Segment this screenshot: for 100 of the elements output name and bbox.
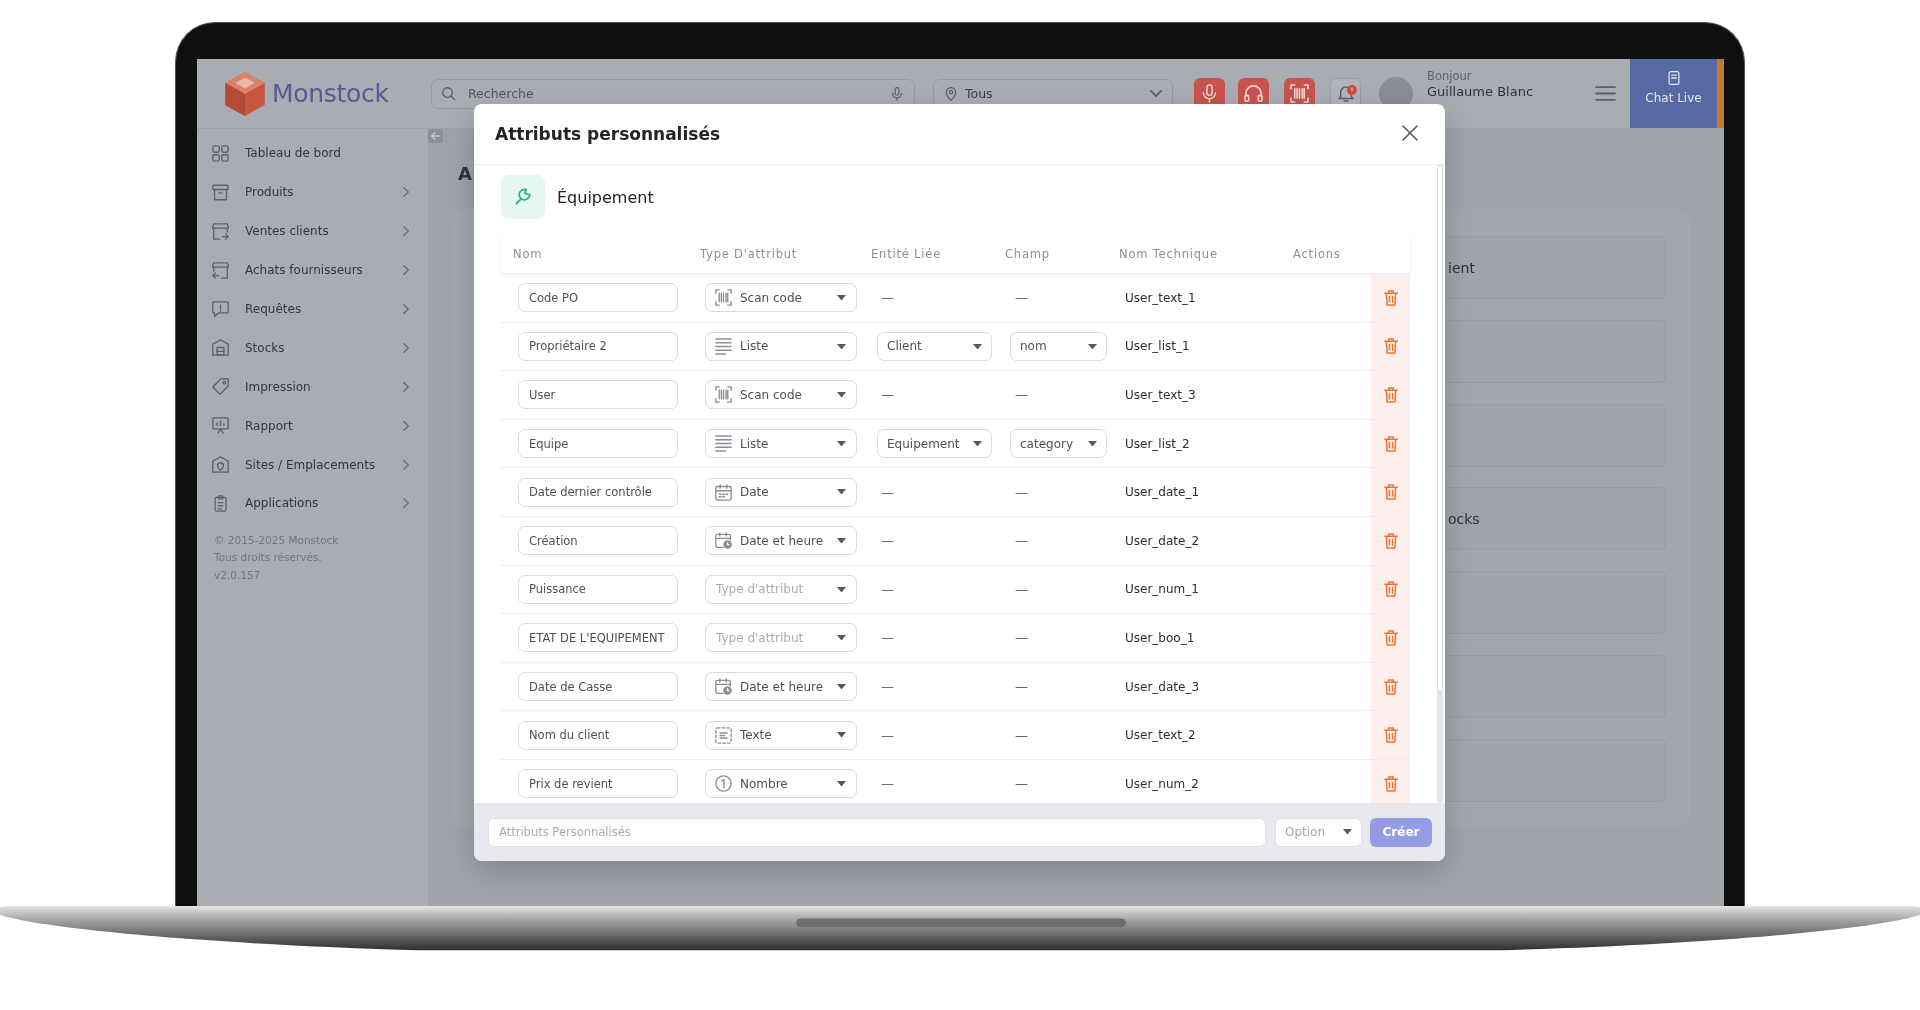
field-select[interactable]: category bbox=[1010, 429, 1107, 459]
delete-button[interactable] bbox=[1371, 371, 1410, 419]
empty-value: — bbox=[1015, 533, 1028, 549]
type-select[interactable]: Nombre bbox=[705, 769, 857, 799]
card-label: ient bbox=[1448, 259, 1475, 276]
tag-icon bbox=[212, 378, 229, 396]
delete-button[interactable] bbox=[1371, 662, 1410, 711]
name-input[interactable]: Création bbox=[518, 526, 678, 556]
type-select[interactable]: Scan code bbox=[705, 283, 857, 313]
calendar-clock-icon bbox=[715, 678, 732, 696]
menu-icon[interactable] bbox=[1595, 86, 1616, 101]
caret-icon bbox=[837, 683, 846, 690]
microphone-icon bbox=[890, 86, 904, 101]
sidebar-item[interactable]: Sites / Emplacements bbox=[197, 445, 428, 484]
technical-name: User_date_3 bbox=[1124, 679, 1200, 694]
alert-bubble-icon bbox=[212, 300, 229, 318]
close-button[interactable] bbox=[1402, 125, 1420, 143]
caret-icon bbox=[837, 538, 846, 544]
name-input[interactable]: Prix de revient bbox=[518, 769, 678, 799]
sidebar-item[interactable]: Rapport bbox=[197, 406, 428, 446]
field-select[interactable]: nom bbox=[1010, 331, 1107, 361]
chat-live-button[interactable]: Chat Live bbox=[1630, 59, 1724, 128]
scan-icon bbox=[1290, 84, 1309, 103]
empty-value: — bbox=[881, 727, 894, 743]
caret-icon bbox=[837, 586, 846, 593]
trash-icon bbox=[1383, 678, 1398, 695]
delete-button[interactable] bbox=[1371, 614, 1410, 662]
sidebar-item[interactable]: Stocks bbox=[197, 328, 428, 368]
close-icon bbox=[1402, 125, 1418, 141]
type-select[interactable]: Liste bbox=[705, 331, 857, 361]
technical-name: User_boo_1 bbox=[1124, 630, 1195, 645]
building-pin-icon bbox=[212, 456, 229, 474]
empty-value: — bbox=[1015, 776, 1028, 792]
sidebar-item[interactable]: Produits bbox=[197, 172, 428, 212]
sidebar-item[interactable]: Applications bbox=[197, 484, 428, 523]
archive-box-icon bbox=[212, 183, 229, 201]
empty-value: — bbox=[881, 776, 894, 792]
empty-value: — bbox=[881, 533, 894, 549]
name-input[interactable]: Puissance bbox=[518, 574, 678, 604]
map-pin-icon bbox=[944, 86, 958, 101]
name-input[interactable]: Date dernier contrôle bbox=[518, 477, 678, 507]
delete-button[interactable] bbox=[1371, 274, 1410, 322]
empty-value: — bbox=[881, 679, 894, 695]
card[interactable]: ocks bbox=[1445, 487, 1666, 551]
chevron-down-icon bbox=[1150, 90, 1162, 97]
collapse-button[interactable] bbox=[428, 129, 443, 143]
page-title: A bbox=[458, 163, 472, 185]
delete-button[interactable] bbox=[1371, 711, 1410, 759]
technical-name: User_text_3 bbox=[1124, 388, 1196, 402]
type-select[interactable]: Liste bbox=[705, 429, 857, 459]
name-input[interactable]: User bbox=[518, 380, 678, 410]
name-input[interactable]: ETAT DE L'EQUIPEMENT bbox=[518, 623, 678, 653]
entity-select[interactable]: Equipement bbox=[877, 429, 992, 459]
caret-icon bbox=[837, 343, 846, 350]
technical-name: User_num_1 bbox=[1124, 582, 1199, 597]
trash-icon bbox=[1383, 484, 1398, 501]
empty-value: — bbox=[881, 387, 894, 403]
caret-icon bbox=[837, 635, 846, 641]
name-input[interactable]: Propriétaire 2 bbox=[518, 331, 678, 361]
name-input[interactable]: Equipe bbox=[518, 429, 678, 459]
arrow-left-icon bbox=[431, 132, 440, 140]
number-icon bbox=[715, 775, 732, 793]
delete-button[interactable] bbox=[1371, 516, 1410, 565]
type-select[interactable]: Texte bbox=[705, 720, 857, 750]
sidebar-item[interactable]: Tableau de bord bbox=[197, 134, 428, 173]
search-icon bbox=[442, 86, 456, 101]
empty-value: — bbox=[1015, 484, 1028, 500]
name-input[interactable]: Nom du client bbox=[518, 720, 678, 750]
technical-name: User_text_1 bbox=[1124, 290, 1196, 305]
delete-button[interactable] bbox=[1371, 759, 1410, 803]
caret-icon bbox=[837, 489, 846, 495]
trash-icon bbox=[1383, 532, 1398, 549]
store-arrow-icon bbox=[212, 222, 229, 240]
sidebar-item[interactable]: Ventes clients bbox=[197, 211, 428, 251]
type-select[interactable]: Date bbox=[705, 477, 857, 507]
entity-select[interactable]: Client bbox=[877, 331, 992, 361]
delete-button[interactable] bbox=[1371, 565, 1410, 614]
column-header: Actions bbox=[1292, 246, 1342, 261]
delete-button[interactable] bbox=[1371, 468, 1410, 516]
chart-board-icon bbox=[212, 417, 229, 435]
scrollbar-thumb[interactable] bbox=[1437, 165, 1443, 692]
type-select[interactable]: Date et heure bbox=[705, 672, 857, 702]
calendar-icon bbox=[715, 483, 732, 501]
caret-icon bbox=[1343, 829, 1352, 835]
delete-button[interactable] bbox=[1371, 419, 1410, 468]
sidebar-item[interactable]: Achats fournisseurs bbox=[197, 250, 428, 290]
list-icon bbox=[715, 337, 732, 355]
caret-icon bbox=[837, 295, 846, 301]
cube-logo-icon bbox=[224, 70, 266, 117]
name-input[interactable]: Date de Casse bbox=[518, 672, 678, 702]
empty-value: — bbox=[1015, 387, 1028, 403]
type-select[interactable]: Scan code bbox=[705, 380, 857, 410]
card[interactable]: ient bbox=[1445, 236, 1666, 299]
calendar-clock-icon bbox=[715, 532, 732, 550]
sidebar-item[interactable]: Impression bbox=[197, 367, 428, 407]
name-input[interactable]: Code PO bbox=[518, 283, 678, 313]
sidebar-item[interactable]: Requêtes bbox=[197, 289, 428, 329]
delete-button[interactable] bbox=[1371, 322, 1410, 371]
type-select[interactable]: Date et heure bbox=[705, 526, 857, 556]
empty-value: — bbox=[1015, 630, 1028, 646]
